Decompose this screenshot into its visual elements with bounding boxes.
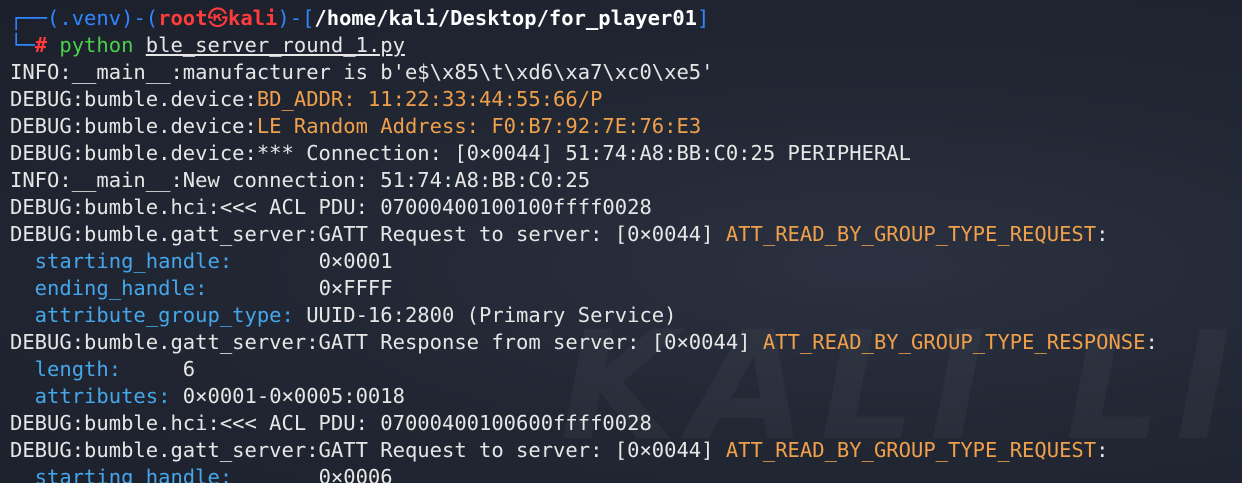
field-value: UUID-16:2800 (Primary Service) [293,303,677,327]
field-key: attributes: [10,384,171,408]
prompt-corner-bottom: └─ [10,33,35,57]
command-name: python [59,33,134,57]
field-value: 0×0001 [232,249,393,273]
log-prefix: DEBUG:bumble.device: [10,87,257,111]
prompt-corner-top: ┌── [10,6,48,30]
prompt-paren-open: ( [145,6,159,30]
field-starting-handle: starting_handle: 0×0006 [10,464,1158,483]
field-ending-handle: ending_handle: 0×FFFF [10,275,1158,302]
prompt-user: root [158,6,208,30]
log-line-14: DEBUG:bumble.hci:<<< ACL PDU: 0700040010… [10,411,652,435]
log-line-7: DEBUG:bumble.gatt_server:GATT Request to… [10,221,1158,248]
random-address-value: LE Random Address: F0:B7:92:7E:76:E3 [256,114,702,138]
log-suffix: : [1145,330,1158,354]
log-suffix: : [1096,438,1109,462]
prompt-path: /home/kali/Desktop/for_player01 [314,6,698,30]
field-key: starting_handle: [10,249,233,273]
field-key: starting_handle: [10,465,233,483]
prompt-dash: - [133,6,146,30]
field-key: attribute_group_type: [10,303,294,327]
prompt-host: kali [228,6,278,30]
log-line-3: DEBUG:bumble.device:LE Random Address: F… [10,113,1158,140]
att-response-type: ATT_READ_BY_GROUP_TYPE_RESPONSE [762,330,1146,354]
log-prefix: DEBUG:bumble.device: [10,114,257,138]
log-suffix: : [1096,222,1109,246]
bd-addr-value: BD_ADDR: 11:22:33:44:55:66/P [256,87,603,111]
field-value: 0×0006 [232,465,393,483]
command-line[interactable]: └─# python ble_server_round_1.py [10,32,1158,59]
field-length: length: 6 [10,356,1158,383]
field-value: 0×FFFF [207,276,393,300]
log-line-11: DEBUG:bumble.gatt_server:GATT Response f… [10,329,1158,356]
prompt-path-dash: - [289,6,303,30]
prompt-line: ┌──(.venv)-(root㉿kali)-[/home/kali/Deskt… [10,5,1158,32]
field-value: 0×0001-0×0005:0018 [170,384,405,408]
field-starting-handle: starting_handle: 0×0001 [10,248,1158,275]
field-key: length: [10,357,122,381]
prompt-paren-close: ) [277,6,290,30]
log-line-1: INFO:__main__:manufacturer is b'e$\x85\t… [10,60,714,84]
root-hash-icon: # [34,33,48,57]
field-value: 6 [121,357,196,381]
prompt-path-open: [ [302,6,315,30]
log-line-15: DEBUG:bumble.gatt_server:GATT Request to… [10,437,1158,464]
field-attribute-group-type: attribute_group_type: UUID-16:2800 (Prim… [10,302,1158,329]
field-attributes: attributes: 0×0001-0×0005:0018 [10,383,1158,410]
log-prefix: DEBUG:bumble.gatt_server:GATT Response f… [10,330,763,354]
log-line-6: DEBUG:bumble.hci:<<< ACL PDU: 0700040010… [10,195,652,219]
terminal-window[interactable]: KALI LINUX ┌──(.venv)-(root㉿kali)-[/home… [0,0,1242,483]
skull-icon: ㉿ [207,6,229,30]
field-key: ending_handle: [10,276,208,300]
venv-indicator: (.venv) [47,6,134,30]
log-prefix: DEBUG:bumble.gatt_server:GATT Request to… [10,438,726,462]
command-argument: ble_server_round_1.py [145,33,405,57]
log-line-4: DEBUG:bumble.device:*** Connection: [0×0… [10,141,911,165]
log-prefix: DEBUG:bumble.gatt_server:GATT Request to… [10,222,726,246]
log-line-2: DEBUG:bumble.device:BD_ADDR: 11:22:33:44… [10,86,1158,113]
prompt-path-close: ] [697,6,710,30]
att-request-type: ATT_READ_BY_GROUP_TYPE_REQUEST [725,222,1097,246]
att-request-type: ATT_READ_BY_GROUP_TYPE_REQUEST [725,438,1097,462]
terminal-output: ┌──(.venv)-(root㉿kali)-[/home/kali/Deskt… [10,5,1158,483]
log-line-5: INFO:__main__:New connection: 51:74:A8:B… [10,168,591,192]
